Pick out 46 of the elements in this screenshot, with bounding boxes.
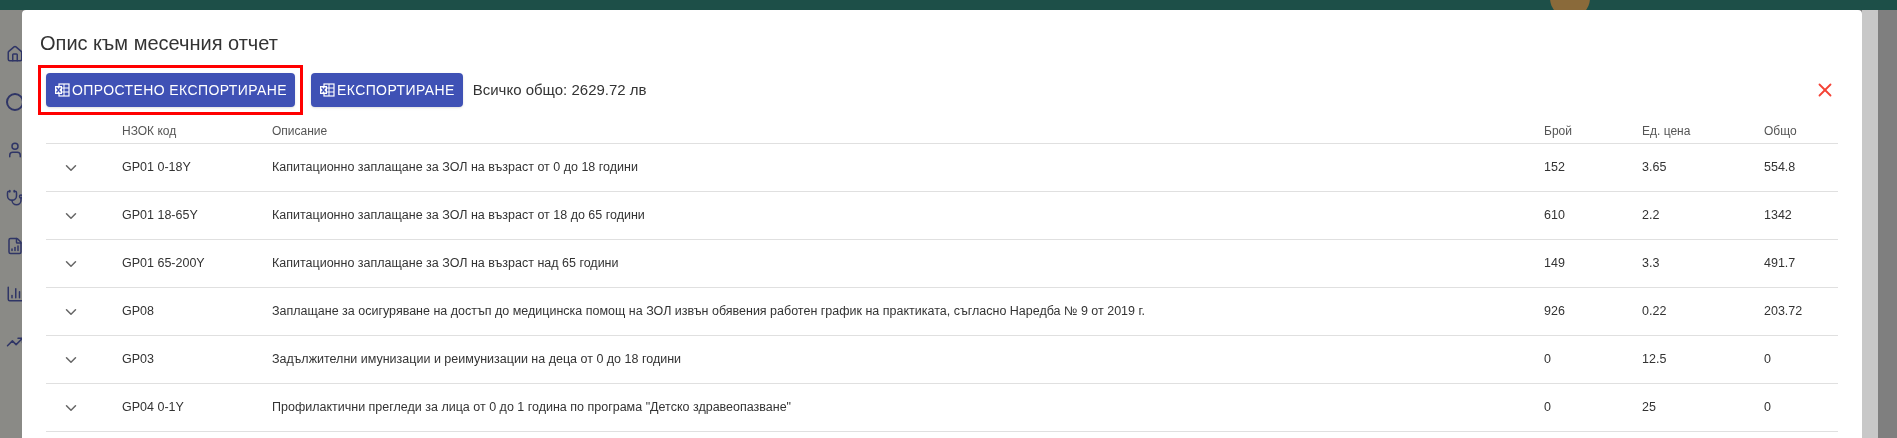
grand-total: Всичко общо: 2629.72 лв	[472, 79, 647, 100]
table-cell-text: GP01 65-200Y	[122, 255, 206, 273]
table-cell-text: Задължителни имунизации и реимунизации на деца от 0 до 18 години	[272, 351, 683, 369]
table-cell-text: 3.3	[1642, 255, 1661, 273]
table-cell-text: 3.65	[1642, 159, 1668, 177]
table-cell-text: 0	[1764, 351, 1771, 369]
dialog-title: Опис към месечния отчет	[40, 31, 279, 56]
table-cell-text: GP08	[122, 303, 155, 321]
column-header: НЗОК код	[122, 122, 178, 140]
table-cell-text: Профилактични прегледи за лица от 0 до 1 година по програма "Детско здравеопазване"	[272, 399, 793, 417]
table-cell-text: GP04 0-1Y	[122, 399, 185, 417]
stethoscope-icon[interactable]	[6, 189, 24, 207]
column-header: Общо	[1764, 122, 1797, 140]
table-cell-text: 203.72	[1764, 303, 1803, 321]
table-cell-text: 554.8	[1764, 159, 1796, 177]
column-header: Описание	[272, 122, 329, 140]
table-cell-text: 25	[1642, 399, 1657, 417]
table-cell-text: 491.7	[1764, 255, 1796, 273]
table-cell-text: GP01 0-18Y	[122, 159, 192, 177]
spreadsheet-icon	[54, 82, 70, 98]
column-header: Брой	[1544, 122, 1573, 140]
table-cell-text: Капитационно заплащане за ЗОЛ на възраст от 0 до 18 години	[272, 159, 639, 177]
table-cell-text: GP01 18-65Y	[122, 207, 199, 225]
table-cell-text: 0.22	[1642, 303, 1668, 321]
table-cell-text: Капитационно заплащане за ЗОЛ на възраст от 18 до 65 години	[272, 207, 646, 225]
report-icon[interactable]	[6, 237, 24, 255]
home-icon[interactable]	[6, 45, 24, 63]
bar-chart-icon[interactable]	[6, 285, 24, 303]
table-cell-text: 12.5	[1642, 351, 1668, 369]
export-button[interactable]: ЕКСПОРТИРАНЕ	[311, 73, 463, 107]
table-cell-text: GP03	[122, 351, 155, 369]
table-cell-text: Капитационно заплащане за ЗОЛ на възраст над 65 години	[272, 255, 620, 273]
table-cell-text: 2.2	[1642, 207, 1661, 225]
table-cell-text: 152	[1544, 159, 1566, 177]
table-cell-text: 1342	[1764, 207, 1792, 225]
table-cell-text: 610	[1544, 207, 1566, 225]
person-icon[interactable]	[6, 141, 24, 159]
table-cell-text: 0	[1764, 399, 1771, 417]
table-cell-text: 149	[1544, 255, 1566, 273]
table-cell-text: 0	[1544, 351, 1552, 369]
table-cell-text: 0	[1544, 399, 1552, 417]
table-cell-text: Заплащане за осигуряване на достъп до медицинска помощ на ЗОЛ извън обявения работен график на практиката, съгласно Наредба № 9 от 2019 г.	[272, 303, 1146, 321]
export-button[interactable]: ОПРОСТЕНО ЕКСПОРТИРАНЕ	[46, 73, 295, 107]
table-cell-text: 926	[1544, 303, 1566, 321]
column-header: Ед. цена	[1642, 122, 1692, 140]
spreadsheet-icon	[319, 82, 335, 98]
